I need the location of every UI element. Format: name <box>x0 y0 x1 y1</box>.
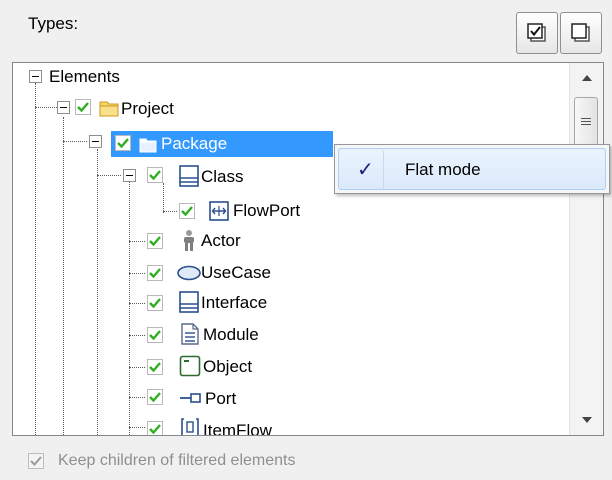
check-all-button[interactable] <box>516 12 558 54</box>
menu-item-label: Flat mode <box>405 160 481 179</box>
flowport-icon <box>209 201 229 221</box>
tree-line <box>129 367 145 368</box>
uncheck-all-icon <box>571 23 590 42</box>
types-tree[interactable]: Elements Project Package Class FlowPort <box>12 62 604 436</box>
checkbox-flowport[interactable] <box>179 203 195 219</box>
tree-vertical-scrollbar[interactable] <box>569 63 603 435</box>
scrollbar-thumb[interactable] <box>574 97 598 147</box>
checkbox-interface[interactable] <box>147 295 163 311</box>
tree-line <box>129 427 145 428</box>
checkbox-usecase[interactable] <box>147 265 163 281</box>
class-icon <box>179 165 199 187</box>
tree-line <box>35 107 57 108</box>
keep-children-checkbox[interactable] <box>28 453 44 469</box>
tree-line <box>97 175 121 176</box>
check-all-icon <box>527 23 546 42</box>
menu-separator <box>383 151 384 189</box>
tree-line <box>129 397 145 398</box>
package-icon <box>139 138 157 153</box>
scroll-down-button[interactable] <box>570 405 603 435</box>
checkbox-package[interactable] <box>115 135 131 151</box>
tree-item-label[interactable]: Object <box>203 357 252 377</box>
tree-item-label[interactable]: Project <box>121 99 174 119</box>
checkbox-object[interactable] <box>147 359 163 375</box>
expander-package[interactable] <box>89 135 102 148</box>
port-icon <box>180 393 201 403</box>
checkmark-icon <box>30 456 42 466</box>
tree-item-label[interactable]: Actor <box>201 231 241 251</box>
checkbox-itemflow[interactable] <box>147 421 163 435</box>
tree-line <box>97 149 98 435</box>
tree-line <box>129 273 145 274</box>
context-menu: ✓ Flat mode <box>334 144 610 194</box>
grip-icon <box>581 117 591 127</box>
keep-children-label: Keep children of filtered elements <box>58 452 296 469</box>
uncheck-all-button[interactable] <box>560 12 602 54</box>
tree-line <box>63 117 64 435</box>
module-icon <box>181 323 199 345</box>
arrow-up-icon <box>581 75 592 81</box>
folder-icon <box>99 101 119 117</box>
itemflow-icon <box>181 418 199 435</box>
usecase-icon <box>177 265 201 281</box>
checkbox-class[interactable] <box>147 167 163 183</box>
tree-line <box>163 211 177 212</box>
tree-item-label[interactable]: Class <box>201 167 244 187</box>
menu-item-flat-mode[interactable]: ✓ Flat mode <box>338 148 606 190</box>
tree-line <box>63 141 87 142</box>
checkbox-port[interactable] <box>147 389 163 405</box>
tree-line <box>129 303 145 304</box>
tree-line <box>163 183 164 213</box>
checkbox-actor[interactable] <box>147 233 163 249</box>
tree-item-label[interactable]: Interface <box>201 293 267 313</box>
tree-item-label[interactable]: UseCase <box>201 263 271 283</box>
check-mark-icon: ✓ <box>357 159 374 181</box>
types-label: Types: <box>28 14 79 33</box>
tree-item-label[interactable]: Module <box>203 325 259 345</box>
tree-item-label[interactable]: ItemFlow <box>203 421 272 435</box>
tree-item-label[interactable]: Port <box>205 389 236 409</box>
arrow-down-icon <box>581 417 592 423</box>
tree-line <box>129 241 145 242</box>
expander-project[interactable] <box>57 101 70 114</box>
tree-item-label[interactable]: FlowPort <box>233 201 300 221</box>
tree-line <box>129 335 145 336</box>
actor-icon <box>184 230 194 251</box>
checkbox-module[interactable] <box>147 327 163 343</box>
scroll-up-button[interactable] <box>570 63 603 93</box>
tree-item-label[interactable]: Package <box>161 134 227 154</box>
tree-line <box>35 83 36 435</box>
interface-icon <box>179 291 199 313</box>
expander-class[interactable] <box>123 169 136 182</box>
expander-elements[interactable] <box>29 70 42 83</box>
checkbox-project[interactable] <box>75 99 91 115</box>
tree-root-label[interactable]: Elements <box>49 67 120 87</box>
object-icon <box>179 355 201 377</box>
